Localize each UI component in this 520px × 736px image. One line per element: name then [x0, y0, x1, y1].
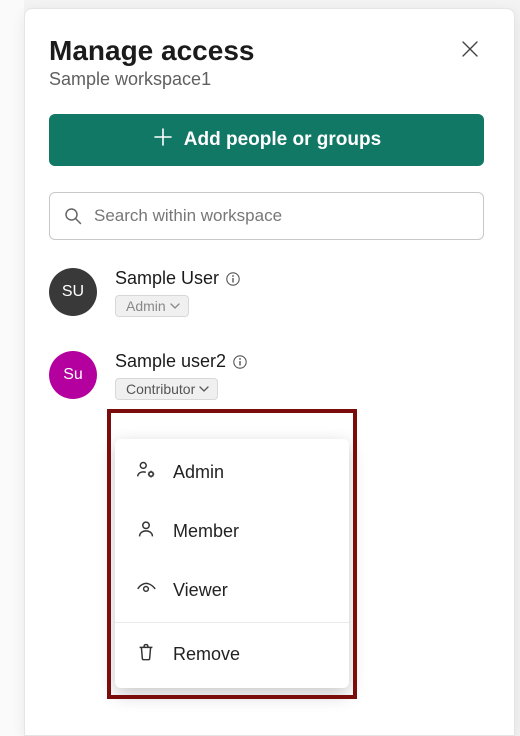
role-dropdown: Admin Member Viewer: [115, 439, 349, 688]
search-input[interactable]: [49, 192, 484, 240]
role-label: Admin: [126, 298, 166, 314]
add-people-label: Add people or groups: [184, 129, 381, 151]
role-option-remove[interactable]: Remove: [115, 625, 349, 684]
avatar: Su: [49, 351, 97, 399]
role-option-label: Admin: [173, 462, 224, 483]
add-people-button[interactable]: Add people or groups: [49, 114, 484, 166]
panel-title: Manage access: [49, 35, 254, 67]
user-name: Sample user2: [115, 351, 226, 372]
info-icon[interactable]: [232, 354, 248, 370]
close-icon: [460, 47, 480, 62]
role-option-member[interactable]: Member: [115, 502, 349, 561]
role-option-viewer[interactable]: Viewer: [115, 561, 349, 620]
user-row: Su Sample user2 Contributor: [49, 349, 484, 400]
background-context: [0, 0, 24, 736]
search-field: [49, 192, 484, 240]
avatar-initials: SU: [62, 283, 84, 301]
role-selector[interactable]: Contributor: [115, 378, 218, 400]
person-icon: [135, 518, 157, 545]
chevron-down-icon: [199, 381, 209, 397]
avatar: SU: [49, 268, 97, 316]
search-icon: [63, 206, 83, 226]
manage-access-panel: Manage access Sample workspace1 Add peop…: [24, 8, 515, 736]
plus-icon: [152, 126, 174, 154]
avatar-initials: Su: [63, 366, 83, 384]
dropdown-divider: [115, 622, 349, 623]
role-selector-disabled: Admin: [115, 295, 189, 317]
user-list: SU Sample User Admin Su: [49, 266, 484, 400]
panel-subtitle: Sample workspace1: [49, 69, 254, 90]
role-option-label: Remove: [173, 644, 240, 665]
close-button[interactable]: [456, 35, 484, 63]
chevron-down-icon: [170, 298, 180, 314]
user-name: Sample User: [115, 268, 219, 289]
trash-icon: [135, 641, 157, 668]
info-icon[interactable]: [225, 271, 241, 287]
role-option-label: Member: [173, 521, 239, 542]
role-label: Contributor: [126, 381, 195, 397]
role-option-admin[interactable]: Admin: [115, 443, 349, 502]
user-row: SU Sample User Admin: [49, 266, 484, 317]
people-gear-icon: [135, 459, 157, 486]
panel-header: Manage access Sample workspace1: [49, 35, 484, 90]
role-option-label: Viewer: [173, 580, 228, 601]
eye-icon: [135, 577, 157, 604]
